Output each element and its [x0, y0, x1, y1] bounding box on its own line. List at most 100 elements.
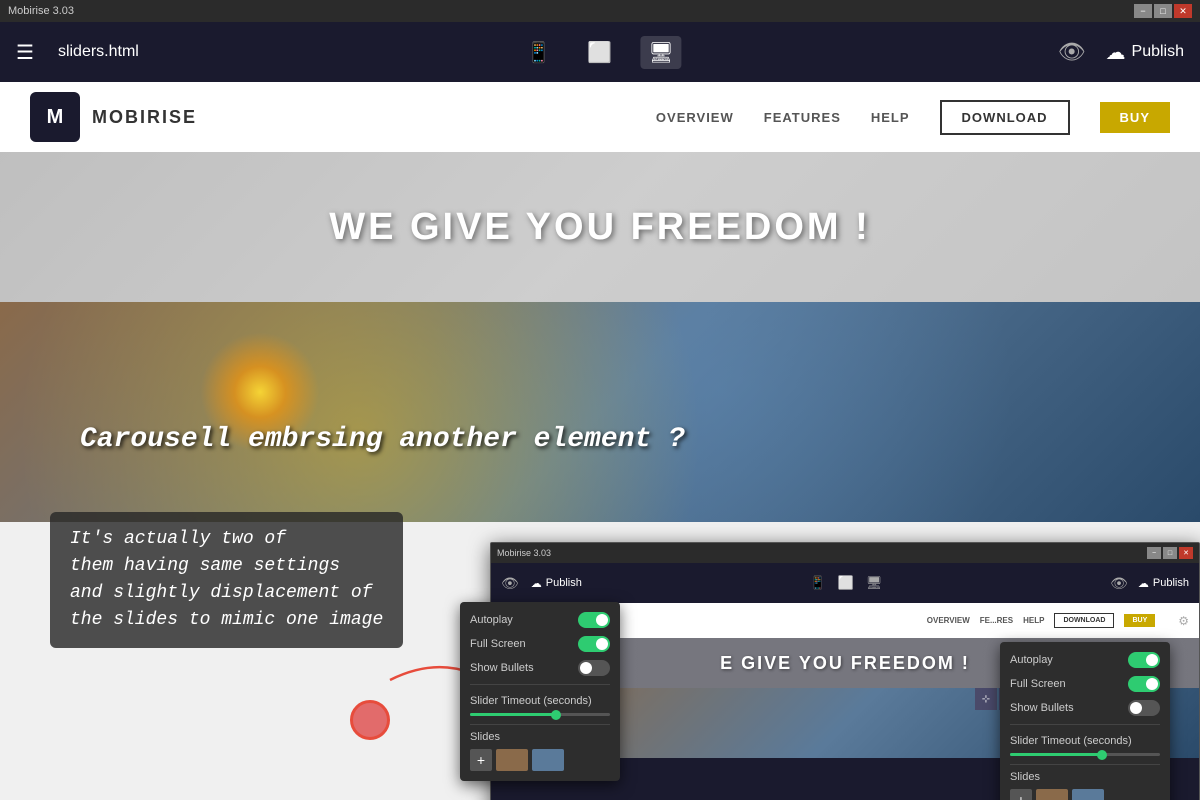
r-slides-label: Slides [1010, 771, 1160, 783]
settings-divider-2 [470, 724, 610, 725]
settings-divider-1 [470, 684, 610, 685]
sw-cloud-icon: ☁ [531, 577, 542, 590]
slider-timeout-row: Slider Timeout (seconds) [470, 691, 610, 716]
fullscreen-row: Full Screen [470, 636, 610, 652]
maximize-button[interactable]: □ [1154, 4, 1172, 18]
mobile-device-icon[interactable]: 📱 [518, 36, 559, 69]
sw-desktop-icon[interactable]: 🖥 [866, 575, 883, 591]
sw-publish-label: Publish [546, 577, 582, 589]
preview-icon[interactable]: 👁 [1058, 39, 1086, 65]
nav-overview[interactable]: OVERVIEW [656, 110, 734, 125]
slide-thumb-1[interactable] [496, 749, 528, 771]
slider-timeout-track[interactable] [470, 713, 610, 716]
filename-label: sliders.html [58, 43, 139, 61]
r-slider-timeout-row: Slider Timeout (seconds) [1010, 731, 1160, 756]
sw-cloud-icon-right: ☁ [1138, 577, 1149, 590]
device-switcher: 📱 ⬜ 🖥 [518, 36, 681, 69]
tablet-device-icon[interactable]: ⬜ [579, 36, 620, 69]
minimize-button[interactable]: − [1134, 4, 1152, 18]
main-toolbar: ☰ sliders.html 📱 ⬜ 🖥 👁 ☁ Publish [0, 22, 1200, 82]
r-autoplay-row: Autoplay [1010, 652, 1160, 668]
r-fullscreen-row: Full Screen [1010, 676, 1160, 692]
sw-minimize-btn[interactable]: − [1147, 547, 1161, 559]
publish-label: Publish [1132, 43, 1184, 61]
r-show-bullets-row: Show Bullets [1010, 700, 1160, 716]
sw-close-btn[interactable]: ✕ [1179, 547, 1193, 559]
sw-device-icons: 📱 ⬜ 🖥 [810, 575, 883, 591]
r-slider-timeout-fill [1010, 753, 1100, 756]
slides-row: + [470, 749, 610, 771]
sw-publish-btn-right[interactable]: ☁ Publish [1138, 577, 1189, 590]
fullscreen-toggle[interactable] [578, 636, 610, 652]
settings-panel-left: Autoplay Full Screen Show Bullets Slider… [460, 602, 620, 781]
close-button[interactable]: ✕ [1174, 4, 1192, 18]
nav-download-button[interactable]: DOWNLOAD [940, 100, 1070, 135]
r-slide-thumb-1[interactable] [1036, 789, 1068, 800]
sw-toolbar-right: 👁 ☁ Publish [1110, 575, 1189, 592]
show-bullets-toggle[interactable] [578, 660, 610, 676]
slider-image-area [0, 302, 1200, 522]
autoplay-row: Autoplay [470, 612, 610, 628]
nav-buy-button[interactable]: BUY [1100, 102, 1170, 133]
nav-help[interactable]: HELP [871, 110, 910, 125]
slider-timeout-thumb[interactable] [551, 710, 561, 720]
sw-preview-icon[interactable]: 👁 [501, 575, 519, 592]
sw-tablet-icon[interactable]: ⬜ [838, 575, 854, 591]
slider-bg [0, 302, 1200, 522]
r-autoplay-label: Autoplay [1010, 654, 1053, 666]
desktop-device-icon[interactable]: 🖥 [640, 36, 681, 69]
slider-timeout-fill [470, 713, 554, 716]
logo-icon: M [30, 92, 80, 142]
menu-icon[interactable]: ☰ [16, 40, 34, 65]
nav-links: OVERVIEW FEATURES HELP DOWNLOAD BUY [656, 100, 1170, 135]
settings-panel-right: Autoplay Full Screen Show Bullets Slider… [1000, 642, 1170, 800]
preview-logo: M MOBIRISE [30, 92, 197, 142]
sparkle-effect [200, 332, 320, 452]
hero-slider: WE GIVE YOU FREEDOM ! [0, 152, 1200, 302]
toolbar-right: 👁 ☁ Publish [1058, 39, 1184, 65]
slides-label: Slides [470, 731, 610, 743]
sw-maximize-btn[interactable]: □ [1163, 547, 1177, 559]
slider-timeout-label: Slider Timeout (seconds) [470, 695, 592, 707]
r-slider-timeout-thumb[interactable] [1097, 750, 1107, 760]
publish-button[interactable]: ☁ Publish [1106, 40, 1184, 65]
r-settings-divider-2 [1010, 764, 1160, 765]
autoplay-label: Autoplay [470, 614, 513, 626]
r-fullscreen-label: Full Screen [1010, 678, 1066, 690]
show-bullets-row: Show Bullets [470, 660, 610, 676]
second-window-toolbar: 👁 ☁ Publish 📱 ⬜ 🖥 👁 ☁ Publish [491, 563, 1199, 603]
sw-help: HELP [1023, 616, 1044, 625]
r-slides-row: + [1010, 789, 1160, 800]
sw-mobile-icon[interactable]: 📱 [810, 575, 826, 591]
slide-thumb-2[interactable] [532, 749, 564, 771]
window-controls: − □ ✕ [1134, 4, 1192, 18]
sw-edit-move-icon[interactable]: ⊹ [975, 688, 997, 710]
sw-preview-icon-right[interactable]: 👁 [1110, 575, 1128, 592]
show-bullets-label: Show Bullets [470, 662, 534, 674]
r-slide-thumb-2[interactable] [1072, 789, 1104, 800]
r-show-bullets-label: Show Bullets [1010, 702, 1074, 714]
second-window-controls: − □ ✕ [1147, 547, 1193, 559]
app-title: Mobirise 3.03 [8, 5, 74, 17]
logo-text: MOBIRISE [92, 107, 197, 128]
fullscreen-label: Full Screen [470, 638, 526, 650]
sw-hero-title: E GIVE YOU FREEDOM ! [720, 653, 970, 674]
r-autoplay-toggle[interactable] [1128, 652, 1160, 668]
r-add-slide-button[interactable]: + [1010, 789, 1032, 800]
r-show-bullets-toggle[interactable] [1128, 700, 1160, 716]
r-settings-divider-1 [1010, 724, 1160, 725]
add-slide-button[interactable]: + [470, 749, 492, 771]
preview-navbar: M MOBIRISE OVERVIEW FEATURES HELP DOWNLO… [0, 82, 1200, 152]
sw-publish-label-right: Publish [1153, 577, 1189, 589]
title-bar: Mobirise 3.03 − □ ✕ [0, 0, 1200, 22]
canvas-area: M MOBIRISE OVERVIEW FEATURES HELP DOWNLO… [0, 82, 1200, 800]
sw-nav-links: OVERVIEW FE...RES HELP DOWNLOAD BUY [927, 613, 1155, 628]
second-window-titlebar: Mobirise 3.03 − □ ✕ [491, 543, 1199, 563]
r-slider-timeout-track[interactable] [1010, 753, 1160, 756]
nav-features[interactable]: FEATURES [764, 110, 841, 125]
autoplay-toggle[interactable] [578, 612, 610, 628]
r-slider-timeout-label: Slider Timeout (seconds) [1010, 735, 1132, 747]
sw-gear-icon[interactable]: ⚙ [1178, 614, 1189, 628]
r-fullscreen-toggle[interactable] [1128, 676, 1160, 692]
sw-publish-btn-left[interactable]: ☁ Publish [531, 577, 582, 590]
